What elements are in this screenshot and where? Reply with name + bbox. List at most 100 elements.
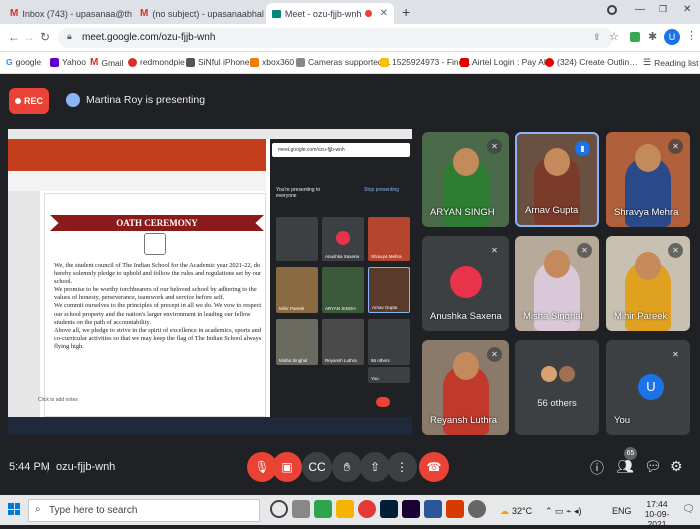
present-button[interactable]: ⇧ (360, 452, 390, 482)
tab-meet[interactable]: Meet - ozu-fjjb-wnh ✕ (266, 3, 394, 24)
explorer-icon[interactable] (336, 500, 354, 518)
bookmark-gmail[interactable]: M Gmail (90, 57, 124, 68)
tab-label: Meet - ozu-fjjb-wnh (284, 8, 362, 19)
participant-name: Arnav Gupta (525, 205, 579, 216)
bookmark-airtel[interactable]: Airtel Login : Pay Al… (460, 57, 554, 67)
people-icon[interactable]: 👥︎ (616, 458, 634, 475)
participant-tile[interactable]: ▮ Arnav Gupta (515, 132, 599, 227)
rec-label: REC (23, 96, 43, 106)
start-icon[interactable] (8, 503, 20, 515)
clock-date: 10-09-2021 (644, 509, 670, 529)
bookmark-reading-list[interactable]: ☰ Reading list (643, 57, 699, 68)
google-icon: G (6, 57, 13, 67)
others-tile[interactable]: 56 others (515, 340, 599, 435)
maximize-icon[interactable]: ❐ (659, 4, 667, 15)
aftereffects-icon[interactable] (402, 500, 420, 518)
url-field[interactable]: 🔒︎ meet.google.com/ozu-fjjb-wnh (58, 28, 613, 48)
tab-label: (no subject) - upasanaabhalla13@… (152, 8, 264, 19)
minimize-icon[interactable]: — (635, 4, 645, 15)
other-avatar (541, 366, 557, 382)
mini-name: Reyansh Luthra (325, 358, 357, 363)
profile-avatar[interactable]: U (664, 29, 680, 45)
activities-icon[interactable]: ⚙︎ (670, 458, 683, 475)
mini-name: 56 others (371, 358, 390, 363)
language-indicator[interactable]: ENG (612, 506, 632, 516)
camera-toggle-button[interactable]: ▣ (272, 452, 302, 482)
participant-name: Reyansh Luthra (430, 415, 498, 426)
recording-dot-icon (365, 10, 372, 17)
oath-paragraph: We promise to be worthy torchbearers of … (54, 286, 257, 302)
task-view-icon[interactable] (292, 500, 310, 518)
edge-icon[interactable] (314, 500, 332, 518)
captions-button[interactable]: CC (302, 452, 332, 482)
bookmark-cameras[interactable]: Cameras supported… (296, 57, 391, 67)
airtel-icon (460, 57, 469, 67)
mini-name: Anushka Saxena (325, 254, 360, 259)
bookmark-google[interactable]: Ggoogle (6, 57, 41, 67)
slide-thumbnails[interactable] (8, 191, 40, 419)
bookmark-sinful[interactable]: SiNful iPhone (186, 57, 250, 67)
puzzle-icon[interactable]: ✱ (648, 30, 657, 43)
oath-paragraph: Above all, we pledge to strive in the sp… (54, 326, 262, 350)
chat-icon[interactable]: 💬︎ (644, 458, 662, 475)
person-head (635, 144, 661, 172)
share-icon[interactable]: ⇪ (593, 32, 601, 43)
shared-screen: OATH CEREMONY We, the student council of… (8, 129, 412, 435)
photoshop-icon[interactable] (380, 500, 398, 518)
participant-tile[interactable]: ✕ Anushka Saxena (422, 236, 509, 331)
stop-presenting-button[interactable]: Stop presenting (364, 187, 399, 193)
participant-name: ARYAN SINGH (430, 207, 495, 218)
participant-tile[interactable]: ✕ Shravya Mehra (606, 132, 690, 227)
star-icon[interactable]: ☆ (609, 30, 619, 43)
bookmark-outline[interactable]: (324) Create Outlin… (545, 57, 638, 67)
meeting-time: 5:44 PM (9, 461, 50, 473)
participant-name: You (614, 415, 631, 426)
mini-tile: You (368, 367, 410, 383)
hang-up-button[interactable]: ☎︎ (419, 452, 449, 482)
speaking-icon: ▮ (575, 141, 590, 156)
other-avatar (559, 366, 575, 382)
taskbar-search[interactable]: ⌕ Type here to search (28, 499, 260, 522)
participant-tile[interactable]: ✕ Reyansh Luthra (422, 340, 509, 435)
forward-icon[interactable]: → (23, 30, 35, 44)
participant-tile[interactable]: ✕ Misha Singhal (515, 236, 599, 331)
mic-off-icon: ✕ (487, 243, 502, 258)
reload-icon[interactable]: ↻ (40, 30, 50, 44)
cortana-icon[interactable] (270, 500, 288, 518)
self-tile[interactable]: U ✕ You (606, 340, 690, 435)
school-emblem-icon (144, 233, 166, 255)
extension-icon[interactable] (630, 32, 640, 42)
participant-tile[interactable]: ✕ Mihir Pareek (606, 236, 690, 331)
weather-temp: 32°C (512, 506, 533, 516)
back-icon[interactable]: ← (8, 30, 20, 44)
media-icon[interactable] (607, 5, 617, 15)
clock-time: 17:44 (646, 499, 668, 509)
bookmark-redmondpie[interactable]: redmondpie (128, 57, 185, 67)
new-tab-icon[interactable]: + (402, 4, 410, 20)
mini-tile: Reyansh Luthra (322, 319, 364, 365)
mic-off-icon: ✕ (487, 347, 502, 362)
mic-off-icon: ✕ (577, 243, 592, 258)
tab-inbox[interactable]: M Inbox (743) - upasanaa@theindi… ✕ (4, 3, 132, 24)
bookmark-xbox[interactable]: xbox360 (250, 57, 294, 67)
word-icon[interactable] (424, 500, 442, 518)
notes-field[interactable]: Click to add notes (38, 397, 78, 403)
participant-name: Mihir Pareek (614, 311, 668, 322)
mini-hangup-icon[interactable] (376, 397, 390, 407)
more-options-button[interactable]: ⋮ (387, 452, 417, 482)
close-window-icon[interactable]: ✕ (683, 4, 691, 15)
info-icon[interactable]: ⓘ (590, 458, 604, 478)
notifications-icon[interactable]: 🗨︎ (682, 504, 695, 515)
menu-icon[interactable]: ⋮ (686, 29, 697, 42)
close-icon[interactable]: ✕ (380, 8, 388, 19)
tab-no-subject[interactable]: M (no subject) - upasanaabhalla13@… ✕ (134, 3, 264, 24)
chrome-icon[interactable] (358, 500, 376, 518)
mic-off-icon: ✕ (668, 243, 683, 258)
tray-icons[interactable]: ⌃ ▭ ⌁ ◂) (545, 506, 581, 517)
settings-icon[interactable] (468, 500, 486, 518)
mini-name: You (371, 376, 379, 381)
raise-hand-button[interactable]: ✋︎ (332, 452, 362, 482)
bookmark-yahoo[interactable]: Yahoo (50, 57, 86, 67)
office-icon[interactable] (446, 500, 464, 518)
participant-tile[interactable]: ✕ ARYAN SINGH (422, 132, 509, 227)
